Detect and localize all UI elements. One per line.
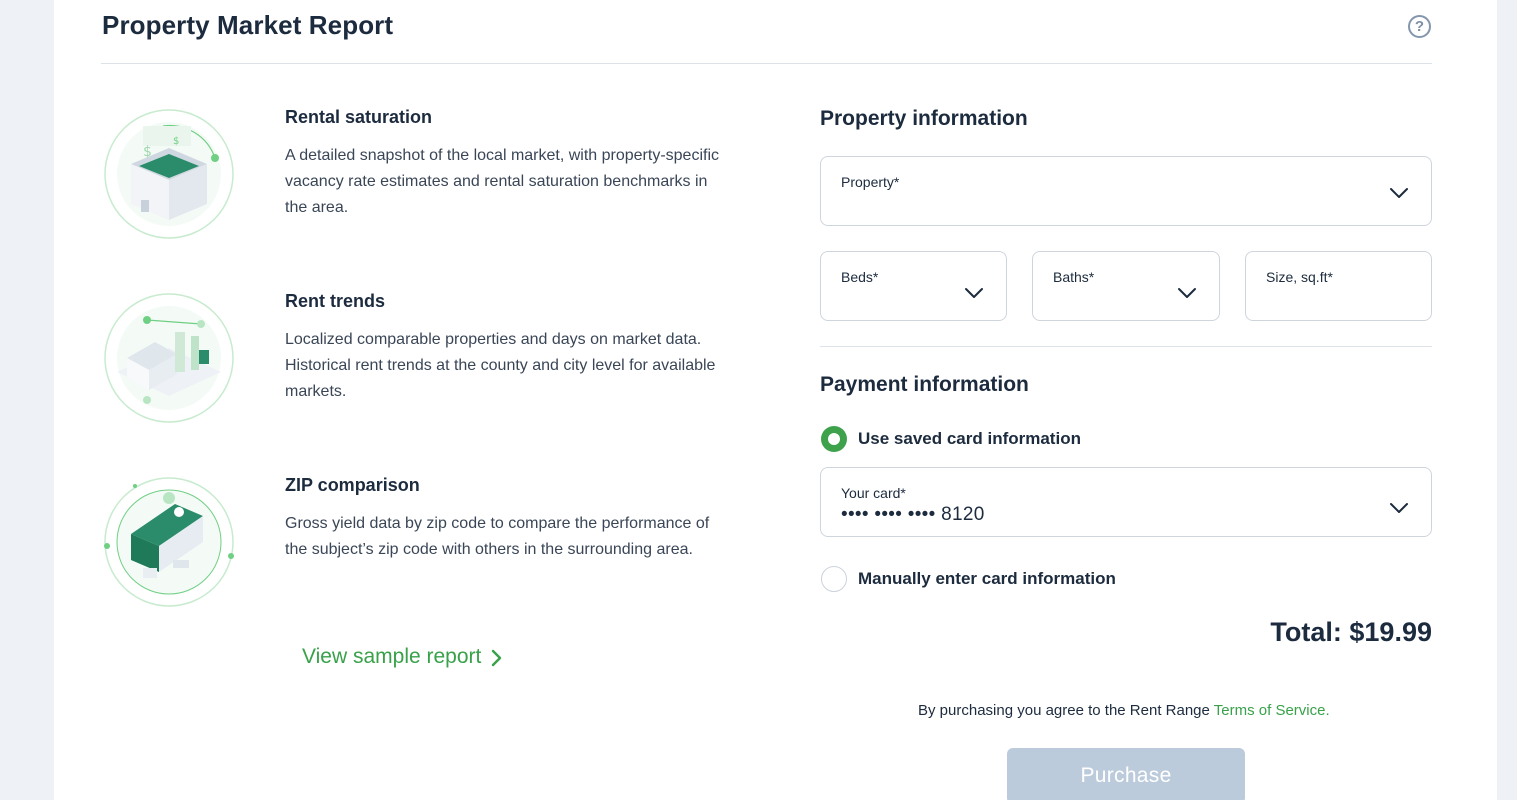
property-info-title: Property information xyxy=(820,107,1028,130)
building-dollar-icon: $ $ xyxy=(103,108,235,240)
header-divider xyxy=(101,63,1432,64)
feature-description: A detailed snapshot of the local market,… xyxy=(285,147,719,216)
terms-prefix: By purchasing you agree to the Rent Rang… xyxy=(918,702,1214,719)
size-field[interactable]: Size, sq.ft* xyxy=(1245,251,1432,321)
terms-text: By purchasing you agree to the Rent Rang… xyxy=(918,702,1330,719)
size-label: Size, sq.ft* xyxy=(1266,269,1333,285)
use-saved-card-option[interactable]: Use saved card information xyxy=(821,426,1081,452)
sample-link-label: View sample report xyxy=(302,645,482,668)
card-value: •••• •••• •••• 8120 xyxy=(841,504,985,525)
beds-label: Beds* xyxy=(841,269,879,285)
radio-selected-icon[interactable] xyxy=(821,426,847,452)
report-panel xyxy=(54,0,1497,800)
purchase-button[interactable]: Purchase xyxy=(1007,748,1245,800)
saved-card-label: Use saved card information xyxy=(858,429,1081,448)
chevron-right-icon xyxy=(492,649,502,667)
view-sample-report-link[interactable]: View sample report xyxy=(302,645,503,669)
feature-description: Gross yield data by zip code to compare … xyxy=(285,515,710,558)
house-trends-icon xyxy=(103,292,235,424)
feature-title: Rental saturation xyxy=(285,107,433,127)
baths-select[interactable]: Baths* xyxy=(1032,251,1220,321)
chevron-down-icon xyxy=(965,288,983,298)
chevron-down-icon xyxy=(1390,188,1408,198)
radio-unselected-icon[interactable] xyxy=(821,566,847,592)
baths-label: Baths* xyxy=(1053,269,1095,285)
page-title: Property Market Report xyxy=(102,10,394,40)
feature-title: ZIP comparison xyxy=(285,475,420,495)
manual-card-option[interactable]: Manually enter card information xyxy=(821,566,1116,592)
svg-text:$: $ xyxy=(173,136,179,147)
property-select[interactable]: Property* xyxy=(820,156,1432,226)
feature-title: Rent trends xyxy=(285,291,386,311)
terms-of-service-link[interactable]: Terms of Service. xyxy=(1214,702,1330,719)
svg-text:$: $ xyxy=(143,144,152,160)
help-icon[interactable]: ? xyxy=(1408,15,1431,38)
section-divider xyxy=(820,346,1432,347)
chevron-down-icon xyxy=(1178,288,1196,298)
beds-select[interactable]: Beds* xyxy=(820,251,1007,321)
feature-description: Localized comparable properties and days… xyxy=(285,331,716,400)
payment-info-title: Payment information xyxy=(820,373,1029,396)
chevron-down-icon xyxy=(1390,503,1408,513)
zip-compare-icon xyxy=(103,476,235,608)
manual-card-label: Manually enter card information xyxy=(858,569,1116,588)
property-label: Property* xyxy=(841,174,900,190)
card-label: Your card* xyxy=(841,485,906,501)
order-total: Total: $19.99 xyxy=(1270,617,1432,647)
card-select[interactable]: Your card* •••• •••• •••• 8120 xyxy=(820,467,1432,537)
